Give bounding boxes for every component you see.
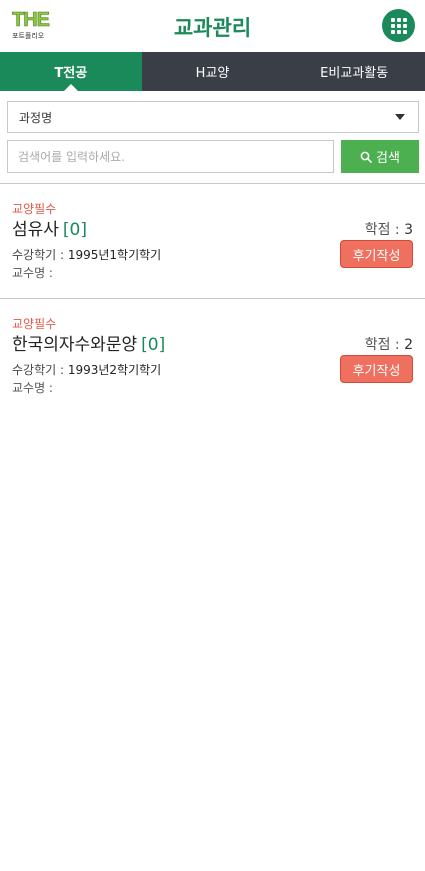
- search-icon: [360, 151, 372, 163]
- page-title: 교과관리: [173, 16, 252, 40]
- tab-bar: T전공 H교양 E비교과활동: [0, 52, 425, 91]
- menu-button[interactable]: [382, 9, 415, 42]
- search-button[interactable]: 검색: [341, 140, 419, 173]
- course-professor: 교수명 :: [12, 381, 53, 395]
- course-name[interactable]: 한국의자수와문양 [0]: [12, 330, 165, 355]
- chevron-down-icon: [395, 114, 405, 120]
- credit-value: 2: [404, 337, 413, 353]
- semester-label: 수강학기 :: [12, 248, 68, 262]
- course-semester: 수강학기 : 1993년2학기학기: [12, 361, 161, 378]
- course-item: 교양필수 섬유사 [0] 학점 : 3 수강학기 : 1995년1학기학기 교수명…: [0, 184, 425, 298]
- course-title: 한국의자수와문양: [12, 335, 138, 355]
- credit-label: 학점 :: [364, 222, 405, 238]
- review-count: [0]: [62, 220, 88, 240]
- search-button-label: 검색: [376, 151, 400, 166]
- course-item: 교양필수 한국의자수와문양 [0] 학점 : 2 수강학기 : 1993년2학기학…: [0, 299, 425, 413]
- course-name[interactable]: 섬유사 [0]: [12, 215, 87, 240]
- app-header: THE 포트폴리오 교과관리: [0, 0, 425, 52]
- course-title: 섬유사: [12, 220, 59, 240]
- select-value: 과정명: [19, 110, 53, 125]
- tab-extracurricular[interactable]: E비교과활동: [283, 52, 425, 91]
- search-input[interactable]: [7, 140, 334, 173]
- write-review-button[interactable]: 후기작성: [340, 355, 413, 383]
- course-credit: 학점 : 3: [365, 219, 413, 239]
- semester-label: 수강학기 :: [12, 363, 68, 377]
- write-review-button[interactable]: 후기작성: [340, 240, 413, 268]
- course-semester: 수강학기 : 1995년1학기학기: [12, 246, 161, 263]
- credit-value: 3: [404, 222, 413, 238]
- tab-major[interactable]: T전공: [0, 52, 142, 91]
- course-credit: 학점 : 2: [365, 334, 413, 354]
- credit-label: 학점 :: [364, 337, 405, 353]
- course-type-select[interactable]: 과정명: [7, 101, 419, 133]
- semester-value: 1993년2학기학기: [67, 363, 162, 377]
- grid-icon: [390, 17, 407, 34]
- semester-value: 1995년1학기학기: [67, 248, 162, 262]
- review-count: [0]: [141, 335, 166, 355]
- tab-liberal-arts[interactable]: H교양: [142, 52, 284, 91]
- course-professor: 교수명 :: [12, 266, 53, 280]
